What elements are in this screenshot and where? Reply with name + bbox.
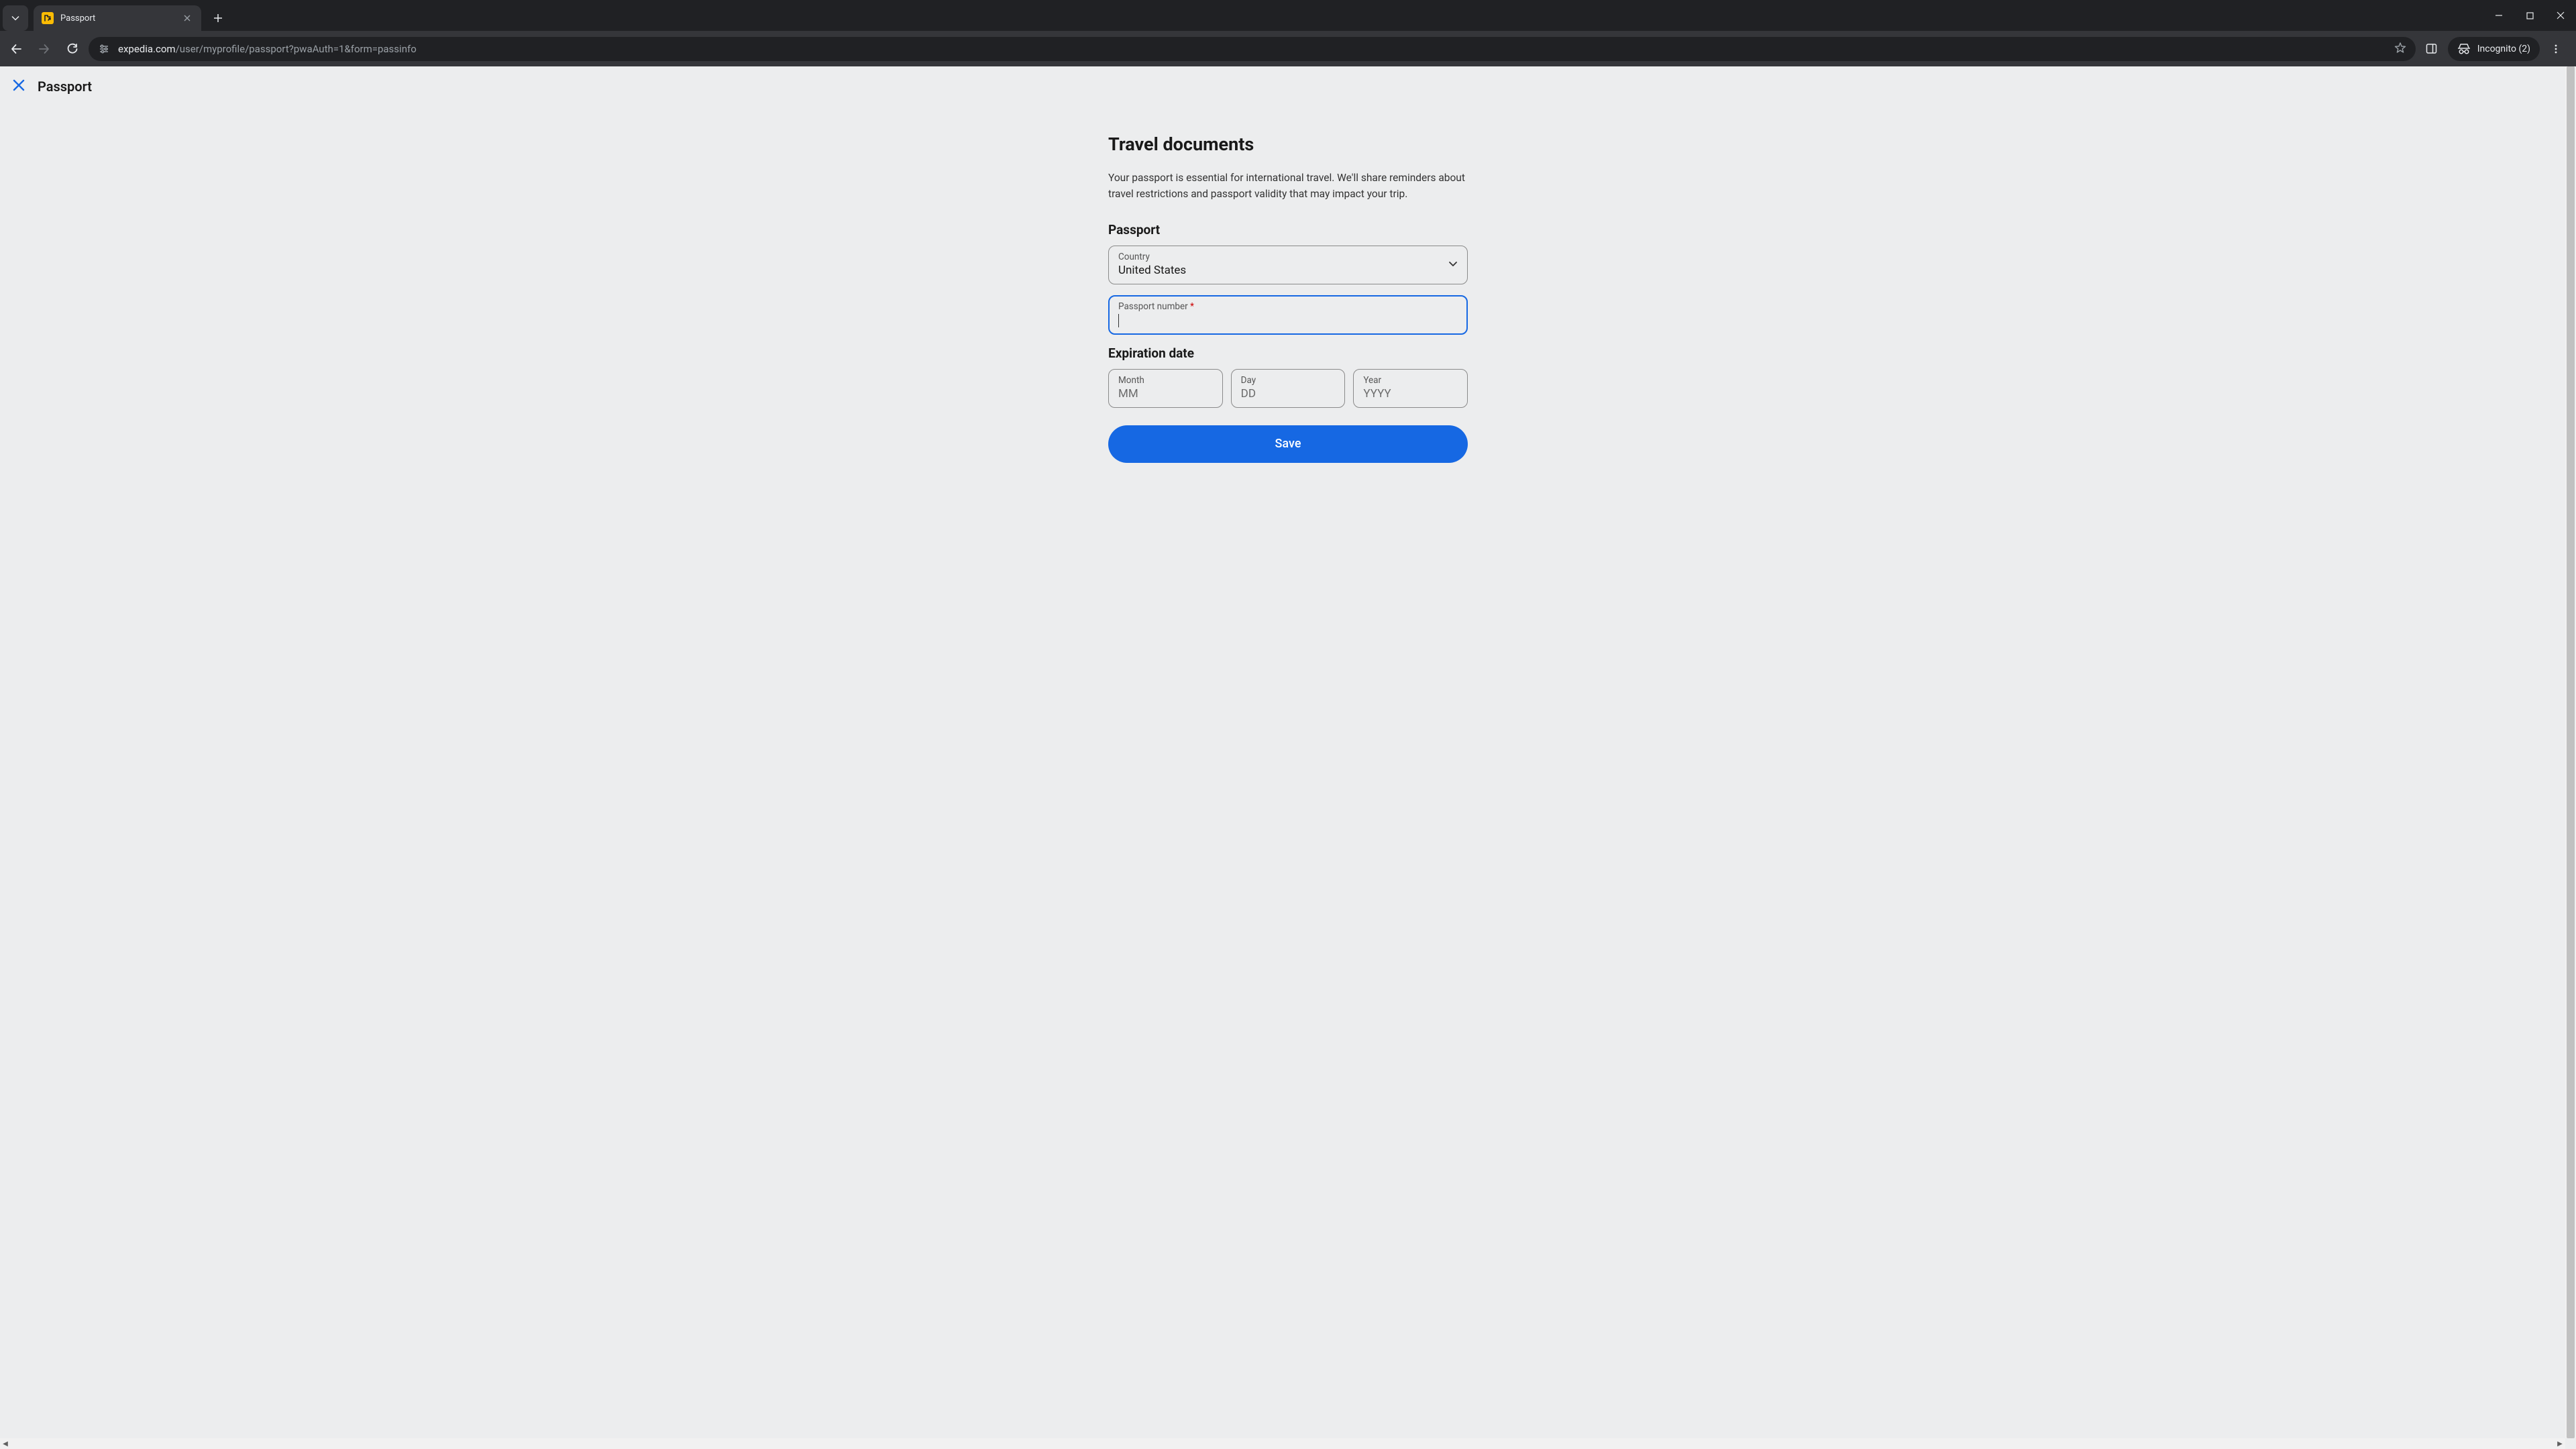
browser-tab[interactable]: Passport — [34, 5, 201, 31]
heading: Travel documents — [1108, 133, 1468, 155]
scroll-right-icon[interactable]: ▶ — [2555, 1438, 2565, 1449]
minimize-icon — [2495, 11, 2503, 19]
window-minimize-button[interactable] — [2483, 0, 2514, 31]
day-field[interactable]: Day DD — [1231, 369, 1346, 408]
bookmark-button[interactable] — [2394, 42, 2406, 56]
side-panel-button[interactable] — [2420, 37, 2444, 61]
page-viewport: Passport Travel documents Your passport … — [0, 66, 2576, 1449]
vertical-scrollbar[interactable] — [2565, 66, 2576, 1438]
plus-icon — [213, 13, 223, 23]
site-settings-button[interactable] — [98, 43, 110, 55]
arrow-right-icon — [38, 43, 50, 55]
subtext: Your passport is essential for internati… — [1108, 170, 1468, 202]
text-cursor — [1118, 314, 1119, 327]
chevron-down-icon — [11, 14, 19, 22]
nav-back-button[interactable] — [4, 37, 28, 61]
incognito-label: Incognito (2) — [2477, 44, 2530, 54]
url-text: expedia.com/user/myprofile/passport?pwaA… — [118, 43, 2386, 55]
passport-number-value — [1118, 313, 1458, 327]
tab-title: Passport — [60, 13, 174, 23]
incognito-badge[interactable]: Incognito (2) — [2448, 37, 2540, 61]
year-label: Year — [1363, 375, 1458, 386]
save-button[interactable]: Save — [1108, 425, 1468, 463]
required-mark: * — [1190, 301, 1194, 312]
year-placeholder: YYYY — [1363, 387, 1458, 400]
day-label: Day — [1241, 375, 1336, 386]
horizontal-scrollbar[interactable]: ◀ ▶ — [0, 1438, 2565, 1449]
country-select[interactable]: Country United States — [1108, 246, 1468, 284]
day-placeholder: DD — [1241, 387, 1336, 400]
vertical-scrollbar-thumb[interactable] — [2567, 66, 2575, 1438]
window-controls — [2483, 0, 2576, 31]
window-close-button[interactable] — [2545, 0, 2576, 31]
country-value: United States — [1118, 264, 1458, 277]
browser-titlebar: Passport — [0, 0, 2576, 31]
star-icon — [2394, 42, 2406, 54]
kebab-icon — [2551, 44, 2561, 54]
address-bar[interactable]: expedia.com/user/myprofile/passport?pwaA… — [89, 37, 2416, 61]
favicon-icon — [42, 12, 54, 24]
chevron-down-icon — [1448, 259, 1458, 272]
page-title: Passport — [38, 78, 92, 95]
passport-number-field[interactable]: Passport number * — [1108, 295, 1468, 335]
page-close-button[interactable] — [12, 78, 25, 95]
maximize-icon — [2526, 12, 2534, 19]
month-placeholder: MM — [1118, 387, 1213, 400]
scroll-left-icon[interactable]: ◀ — [0, 1438, 11, 1449]
form-content: Travel documents Your passport is essent… — [1107, 133, 1469, 463]
panel-icon — [2426, 43, 2437, 54]
nav-forward-button[interactable] — [32, 37, 56, 61]
tune-icon — [98, 43, 110, 55]
close-icon — [12, 78, 25, 92]
tab-search-button[interactable] — [3, 5, 28, 31]
country-label: Country — [1118, 252, 1458, 262]
year-field[interactable]: Year YYYY — [1353, 369, 1468, 408]
month-field[interactable]: Month MM — [1108, 369, 1223, 408]
passport-number-label: Passport number * — [1118, 301, 1458, 312]
expiration-row: Month MM Day DD Year YYYY — [1108, 369, 1468, 408]
window-maximize-button[interactable] — [2514, 0, 2545, 31]
month-label: Month — [1118, 375, 1213, 386]
close-icon — [2557, 11, 2565, 19]
browser-toolbar: expedia.com/user/myprofile/passport?pwaA… — [0, 31, 2576, 66]
arrow-left-icon — [10, 43, 22, 55]
nav-reload-button[interactable] — [60, 37, 85, 61]
close-icon — [184, 15, 191, 21]
expiration-section-heading: Expiration date — [1108, 345, 1468, 361]
passport-section-heading: Passport — [1108, 222, 1468, 237]
page-header: Passport — [0, 66, 2576, 107]
browser-menu-button[interactable] — [2544, 37, 2568, 61]
reload-icon — [66, 43, 78, 55]
tab-close-button[interactable] — [181, 12, 193, 24]
new-tab-button[interactable] — [208, 8, 228, 28]
incognito-icon — [2457, 44, 2471, 54]
